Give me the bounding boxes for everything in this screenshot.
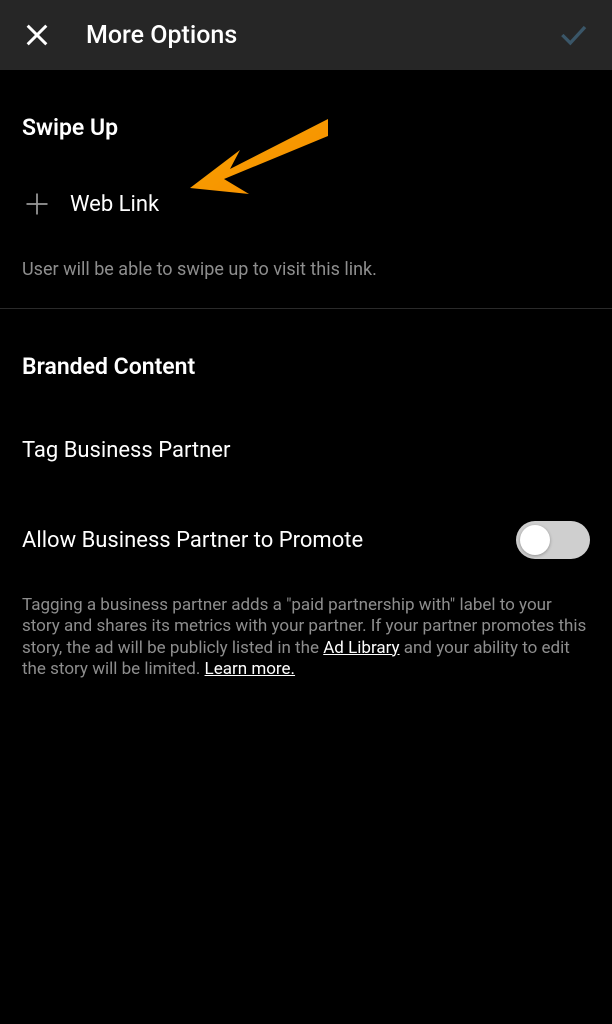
plus-icon: [22, 189, 52, 219]
confirm-button[interactable]: [556, 18, 590, 52]
close-icon: [23, 21, 51, 49]
close-button[interactable]: [22, 20, 52, 50]
check-icon: [557, 19, 589, 51]
header-bar: More Options: [0, 0, 612, 70]
web-link-label: Web Link: [70, 192, 159, 217]
add-web-link-row[interactable]: Web Link: [22, 189, 590, 219]
tag-business-partner-row[interactable]: Tag Business Partner: [22, 438, 590, 463]
branded-description: Tagging a business partner adds a "paid …: [22, 595, 590, 680]
allow-promote-row: Allow Business Partner to Promote: [22, 521, 590, 559]
swipe-up-section: Swipe Up Web Link User will be able to s…: [0, 114, 612, 280]
swipe-up-title: Swipe Up: [22, 114, 590, 141]
allow-promote-toggle[interactable]: [516, 521, 590, 559]
toggle-knob: [520, 525, 550, 555]
branded-content-section: Branded Content Tag Business Partner All…: [0, 353, 612, 680]
section-divider: [0, 308, 612, 309]
learn-more-link[interactable]: Learn more.: [205, 659, 296, 679]
swipe-up-hint: User will be able to swipe up to visit t…: [22, 259, 590, 280]
page-title: More Options: [86, 21, 237, 50]
allow-promote-label: Allow Business Partner to Promote: [22, 528, 363, 553]
branded-content-title: Branded Content: [22, 353, 590, 380]
ad-library-link[interactable]: Ad Library: [323, 638, 399, 658]
